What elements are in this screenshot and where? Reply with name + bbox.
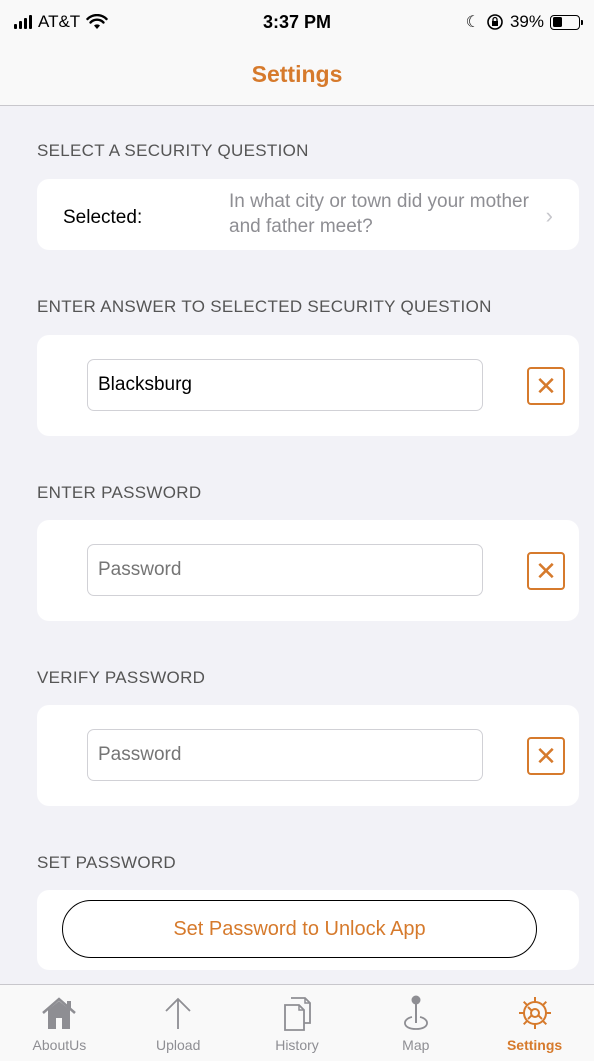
password-input[interactable] xyxy=(87,544,483,596)
battery-fill xyxy=(552,17,563,27)
tab-upload[interactable]: Upload xyxy=(128,993,228,1053)
status-time: 3:37 PM xyxy=(262,11,332,32)
documents-icon xyxy=(284,997,311,1031)
status-right: ☾ 39% xyxy=(410,12,583,32)
signal-icon xyxy=(14,15,32,29)
orientation-lock-icon xyxy=(487,14,503,30)
gear-icon xyxy=(518,997,551,1029)
answer-input[interactable] xyxy=(87,359,483,411)
security-question-header: SELECT A SECURITY QUESTION xyxy=(37,141,309,160)
security-question-row[interactable]: Selected: In what city or town did your … xyxy=(37,179,579,250)
close-icon: ✕ xyxy=(535,371,557,401)
set-password-header: SET PASSWORD xyxy=(37,853,176,872)
close-icon: ✕ xyxy=(535,741,557,771)
wifi-icon xyxy=(86,14,108,29)
page-title: Settings xyxy=(251,61,343,87)
navigation-bar: Settings xyxy=(0,44,594,106)
verify-password-card: ✕ xyxy=(37,705,579,806)
close-icon: ✕ xyxy=(535,556,557,586)
moon-icon: ☾ xyxy=(465,14,480,31)
tab-label: AboutUs xyxy=(32,1037,87,1053)
password-card: ✕ xyxy=(37,520,579,621)
clear-answer-button[interactable]: ✕ xyxy=(527,367,565,405)
clear-verify-password-button[interactable]: ✕ xyxy=(527,737,565,775)
status-bar: AT&T 3:37 PM ☾ 39% xyxy=(0,0,594,44)
chevron-right-icon: › xyxy=(545,203,553,228)
home-icon xyxy=(42,997,77,1029)
tab-history[interactable]: History xyxy=(247,993,347,1053)
selected-question-text: In what city or town did your mother and… xyxy=(229,191,529,237)
battery-percent: 39% xyxy=(509,12,544,31)
tab-label: History xyxy=(275,1037,319,1053)
tab-aboutus[interactable]: AboutUs xyxy=(9,993,109,1053)
clear-password-button[interactable]: ✕ xyxy=(527,552,565,590)
arrow-up-icon xyxy=(165,997,191,1029)
selected-label: Selected: xyxy=(63,207,143,228)
answer-header: ENTER ANSWER TO SELECTED SECURITY QUESTI… xyxy=(37,297,492,316)
answer-card: ✕ xyxy=(37,335,579,436)
settings-form: SELECT A SECURITY QUESTION Selected: In … xyxy=(0,107,594,984)
tab-bar: AboutUs Upload History Map Settings xyxy=(0,984,594,1061)
status-left: AT&T xyxy=(14,12,184,32)
tab-label: Map xyxy=(402,1037,430,1053)
tab-label: Upload xyxy=(156,1037,201,1053)
set-password-card: Set Password to Unlock App xyxy=(37,890,579,970)
set-password-button[interactable]: Set Password to Unlock App xyxy=(62,900,537,958)
tab-map[interactable]: Map xyxy=(366,993,466,1053)
password-header: ENTER PASSWORD xyxy=(37,483,202,502)
tab-label: Settings xyxy=(506,1037,563,1053)
carrier-name: AT&T xyxy=(38,12,81,31)
battery-icon xyxy=(550,14,583,30)
verify-password-header: VERIFY PASSWORD xyxy=(37,668,206,687)
verify-password-input[interactable] xyxy=(87,729,483,781)
tab-settings[interactable]: Settings xyxy=(485,993,585,1053)
map-pin-icon xyxy=(403,995,428,1030)
